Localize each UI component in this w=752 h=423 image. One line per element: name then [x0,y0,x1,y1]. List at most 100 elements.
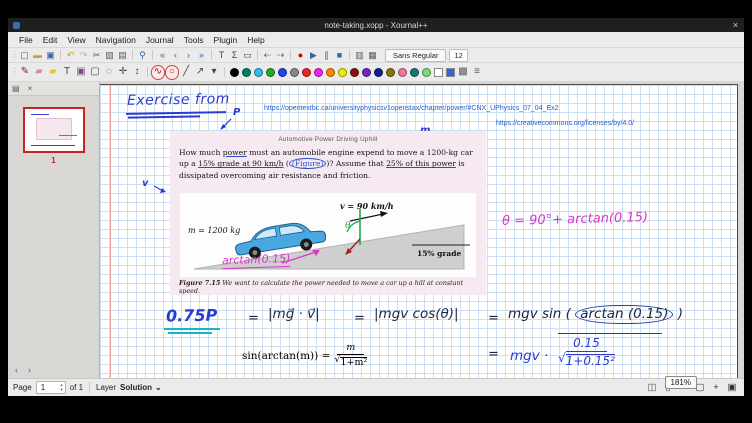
save-icon[interactable]: ▣ [44,49,57,62]
color-orange-dot[interactable] [326,68,335,77]
menu-plugin[interactable]: Plugin [209,34,243,46]
toolbar-drag-handle[interactable]: ⋮ [11,65,18,80]
menu-navigation[interactable]: Navigation [91,34,141,46]
color-gray-dot[interactable] [290,68,299,77]
new-file-icon[interactable]: ▢ [18,49,31,62]
tool-options-caret-icon[interactable]: ▾ [207,65,221,80]
search-icon[interactable]: ⚲ [136,49,149,62]
undo-icon[interactable]: ↶ [64,49,77,62]
toolbar-drag-handle[interactable]: ⋮ [11,49,18,62]
color-olive-dot[interactable] [386,68,395,77]
sidebar-close-icon[interactable]: × [28,84,33,93]
separator[interactable] [349,50,350,60]
text-tool-icon[interactable]: T [215,49,228,62]
page-layout-icon[interactable]: ▥ [353,49,366,62]
ruler-icon[interactable]: ╱ [179,65,193,80]
menu-file[interactable]: File [14,34,38,46]
color-red-dot[interactable] [302,68,311,77]
select-rect-icon[interactable]: ▢ [88,65,102,80]
fullscreen-icon[interactable]: ▣ [725,381,739,394]
goto-prev-annotated-icon[interactable]: ⇠ [261,49,274,62]
shape-tool-icon[interactable]: ▭ [241,49,254,62]
copy-icon[interactable]: ▧ [103,49,116,62]
audio-pause-icon[interactable]: ∥ [320,49,333,62]
menu-tools[interactable]: Tools [179,34,209,46]
typed-identity-fraction: m √ 1+m² [334,343,367,369]
draw-circle-icon[interactable]: ○ [165,65,179,80]
font-selector-button[interactable]: Sans Regular [385,49,446,62]
separator[interactable] [224,67,225,77]
problem-image: Automotive Power Driving Uphill How much… [170,131,486,295]
separator[interactable] [290,50,291,60]
toolbar-main-icons: ⋮▢▬▣ ↶↷✂▧▤ ⚲ «‹›» TΣ▭ ⇠⇢ ●▶∥■ ▥▦ [11,49,379,62]
audio-play-icon[interactable]: ▶ [307,49,320,62]
separator[interactable] [147,67,148,77]
hand-tool-icon[interactable]: ✛ [116,65,130,80]
color-purple-dot[interactable] [362,68,371,77]
spinner-down-icon[interactable]: ▾ [60,387,62,392]
open-file-icon[interactable]: ▬ [31,49,44,62]
color-blue-dot[interactable] [278,68,287,77]
sidebar-prev-icon[interactable]: ‹ [11,365,22,376]
color-dark-green-dot[interactable] [242,68,251,77]
image-icon[interactable]: ▣ [74,65,88,80]
highlighter-icon[interactable]: ▰ [46,65,60,80]
menu-view[interactable]: View [62,34,90,46]
separator[interactable] [257,50,258,60]
pen-icon[interactable]: ✎ [18,65,32,80]
separator[interactable] [152,50,153,60]
color-teal-dot[interactable] [410,68,419,77]
next-page-icon[interactable]: › [182,49,195,62]
layer-dropdown[interactable]: Solution ⌄ [120,383,162,392]
menu-edit[interactable]: Edit [38,34,63,46]
color-yellow-dot[interactable] [338,68,347,77]
separator[interactable] [60,50,61,60]
color-light-blue-dot[interactable] [254,68,263,77]
zoom-in-icon[interactable]: + [709,381,723,394]
color-light-green-dot[interactable] [422,68,431,77]
font-size-spinner[interactable]: 12 [449,49,467,62]
page-number-spinner[interactable]: 1 ▴ ▾ [36,381,66,394]
shape-recognizer-icon[interactable]: ∿ [151,65,165,80]
audio-stop-icon[interactable]: ■ [333,49,346,62]
page-preview-tab-icon[interactable]: ▤ [12,84,20,93]
paste-icon[interactable]: ▤ [116,49,129,62]
goto-next-annotated-icon[interactable]: ⇢ [274,49,287,62]
text-icon[interactable]: T [60,65,74,80]
page-grid-icon[interactable]: ▦ [366,49,379,62]
audio-record-icon[interactable]: ● [294,49,307,62]
draw-arrow-icon[interactable]: ↗ [193,65,207,80]
menu-help[interactable]: Help [242,34,269,46]
sidebar-next-icon[interactable]: › [24,365,35,376]
page-thumbnail[interactable] [23,107,85,153]
last-page-icon[interactable]: » [195,49,208,62]
cut-icon[interactable]: ✂ [90,49,103,62]
color-black-dot[interactable] [230,68,239,77]
math-tex-icon[interactable]: Σ [228,49,241,62]
grade-label: 15% grade [417,249,461,258]
redo-icon[interactable]: ↷ [77,49,90,62]
typed-identity-lhs: sin(arctan(m)) = [242,350,330,362]
fill-style-icon[interactable]: ▩ [456,65,470,80]
separator[interactable] [132,50,133,60]
close-button[interactable]: × [730,19,741,30]
color-navy-dot[interactable] [374,68,383,77]
vertical-space-icon[interactable]: ↕ [130,65,144,80]
color-maroon-dot[interactable] [350,68,359,77]
two-page-view-icon[interactable]: ◫ [645,381,659,394]
color-magenta-dot[interactable] [314,68,323,77]
color-white-swatch[interactable] [434,68,443,77]
line-style-icon[interactable]: ≡ [470,65,484,80]
color-royal-blue-swatch[interactable] [446,68,455,77]
annotation-v: v [142,178,149,189]
mass-label: m = 1200 kg [188,226,240,235]
document-page[interactable]: Exercise from https://opentextbc.ca/univ… [100,84,738,378]
color-green-dot[interactable] [266,68,275,77]
prev-page-icon[interactable]: ‹ [169,49,182,62]
menu-journal[interactable]: Journal [141,34,179,46]
eraser-icon[interactable]: ▰ [32,65,46,80]
color-pink-dot[interactable] [398,68,407,77]
first-page-icon[interactable]: « [156,49,169,62]
lasso-icon[interactable]: ◌ [102,65,116,80]
separator[interactable] [211,50,212,60]
